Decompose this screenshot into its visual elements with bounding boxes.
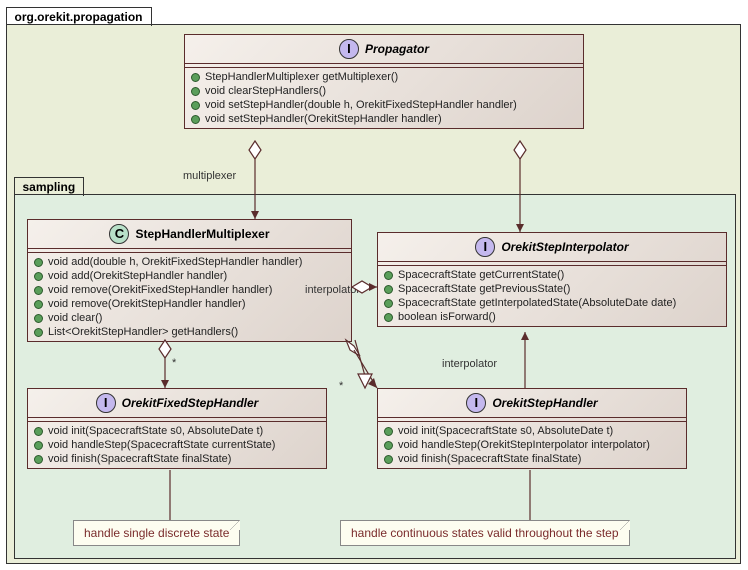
class-propagator: I Propagator StepHandlerMultiplexer getMu… — [184, 34, 584, 129]
label-star: * — [172, 357, 176, 369]
package-propagation-label: org.orekit.propagation — [6, 7, 152, 26]
label-interpolator: interpolator — [305, 284, 360, 296]
label-interpolator2: interpolator — [442, 358, 497, 370]
note-fixed: handle single discrete state — [73, 520, 240, 546]
class-multiplexer: C StepHandlerMultiplexer void add(double … — [27, 219, 352, 342]
method-list: void init(SpacecraftState s0, AbsoluteDa… — [378, 422, 686, 468]
class-step-handler: I OrekitStepHandler void init(SpacecraftS… — [377, 388, 687, 469]
method-list: void add(double h, OrekitFixedStepHandle… — [28, 253, 351, 341]
class-fixed-handler: I OrekitFixedStepHandler void init(Spacec… — [27, 388, 327, 469]
package-sampling-label: sampling — [14, 177, 85, 196]
class-icon: C — [109, 224, 129, 244]
method-list: void init(SpacecraftState s0, AbsoluteDa… — [28, 422, 326, 468]
label-star2: * — [339, 380, 343, 392]
class-name: OrekitStepInterpolator — [501, 240, 628, 254]
interface-icon: I — [96, 393, 116, 413]
class-name: Propagator — [365, 42, 429, 56]
label-multiplexer: multiplexer — [183, 170, 236, 182]
note-step: handle continuous states valid throughou… — [340, 520, 630, 546]
interface-icon: I — [466, 393, 486, 413]
class-name: OrekitStepHandler — [492, 396, 597, 410]
method-list: SpacecraftState getCurrentState() Spacec… — [378, 266, 726, 326]
class-name: OrekitFixedStepHandler — [122, 396, 259, 410]
interface-icon: I — [475, 237, 495, 257]
class-name: StepHandlerMultiplexer — [135, 227, 269, 241]
interface-icon: I — [339, 39, 359, 59]
class-interpolator: I OrekitStepInterpolator SpacecraftState … — [377, 232, 727, 327]
method-list: StepHandlerMultiplexer getMultiplexer() … — [185, 68, 583, 128]
